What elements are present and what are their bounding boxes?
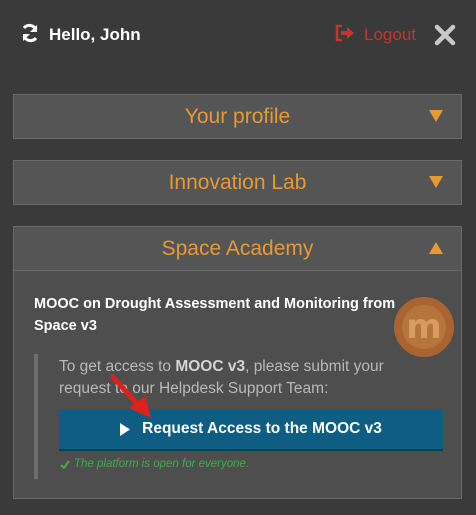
check-icon	[60, 459, 70, 469]
annotation-arrow-icon	[110, 374, 151, 418]
panel-title: Innovation Lab	[168, 171, 307, 194]
close-icon	[434, 24, 456, 50]
caret-up-icon	[429, 242, 443, 254]
logout-icon	[335, 24, 355, 47]
course-title: MOOC on Drought Assessment and Monitorin…	[34, 296, 396, 334]
platform-open-text: The platform is open for everyone.	[74, 458, 250, 470]
info-prefix: To get access to	[59, 358, 176, 375]
request-access-label: Request Access to the MOOC v3	[142, 420, 382, 437]
close-button[interactable]	[434, 24, 456, 46]
info-course-name: MOOC v3	[175, 358, 246, 375]
panel-header-space-academy[interactable]: Space Academy	[14, 227, 461, 271]
panel-title: Space Academy	[161, 236, 314, 260]
mooc-logo-letter: m	[402, 305, 446, 349]
panel-header-innovation-lab[interactable]: Innovation Lab	[14, 161, 461, 205]
platform-open-note: The platform is open for everyone.	[60, 458, 249, 470]
greeting-text: Hello, John	[49, 25, 141, 44]
mooc-logo: m	[394, 297, 454, 357]
panel-your-profile: Your profile	[13, 94, 462, 139]
panel-header-your-profile[interactable]: Your profile	[14, 95, 461, 139]
logout-label: Logout	[364, 25, 416, 44]
access-info-block: To get access to MOOC v3, please submit …	[34, 354, 449, 479]
user-greeting: Hello, John	[20, 22, 141, 48]
panel-space-academy: Space Academy MOOC on Drought Assessment…	[13, 226, 462, 499]
caret-down-icon	[429, 110, 443, 122]
refresh-icon[interactable]	[20, 23, 40, 48]
play-icon	[120, 422, 131, 436]
logout-button[interactable]: Logout	[335, 22, 416, 48]
panel-innovation-lab: Innovation Lab	[13, 160, 462, 205]
panel-title: Your profile	[184, 105, 291, 128]
caret-down-icon	[429, 176, 443, 188]
top-bar: Hello, John Logout	[0, 0, 476, 70]
